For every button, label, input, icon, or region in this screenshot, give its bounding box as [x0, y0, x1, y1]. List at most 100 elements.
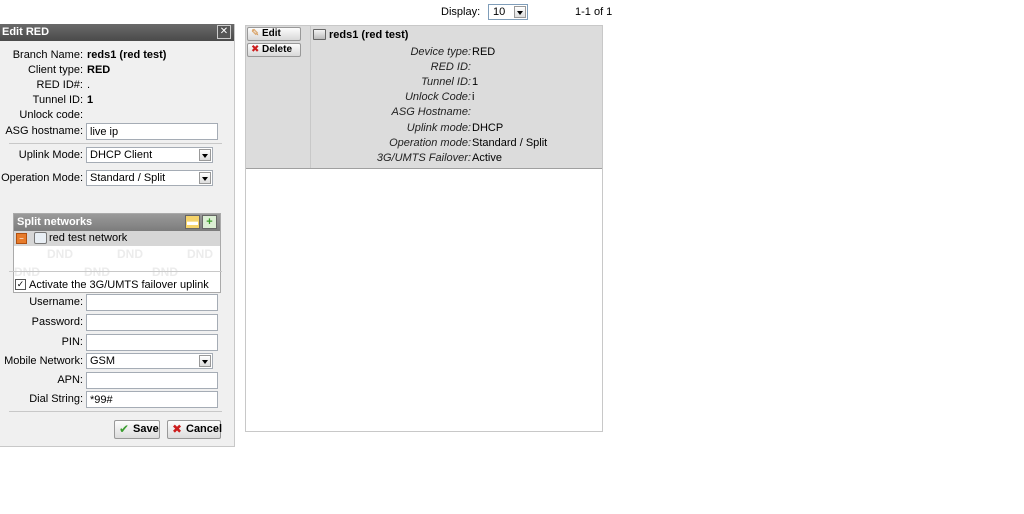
divider — [9, 271, 222, 272]
table-row: ✎ Edit ✖ Delete reds1 (red test) Device … — [246, 26, 602, 169]
chevron-down-icon[interactable] — [199, 149, 211, 161]
close-icon: ✖ — [172, 422, 183, 436]
detail-label: ASG Hostname: — [391, 106, 471, 118]
dnd-watermark: DND — [187, 247, 213, 261]
pencil-icon: ✎ — [251, 28, 260, 39]
apn-row: APN: — [0, 372, 235, 389]
client-type-label: Client type: — [27, 64, 83, 76]
asg-hostname-input[interactable] — [86, 123, 218, 140]
network-icon — [34, 232, 47, 244]
split-network-label: red test network — [49, 232, 128, 244]
close-icon[interactable]: ✕ — [217, 25, 231, 39]
dial-string-row: Dial String: — [0, 391, 235, 408]
operation-mode-row: Operation Mode: Standard / Split — [0, 170, 235, 186]
panel-title: Edit RED ✕ — [0, 24, 234, 41]
add-icon[interactable]: + — [202, 215, 217, 229]
username-row: Username: — [0, 294, 235, 311]
tunnel-id-label: Tunnel ID: — [32, 94, 83, 106]
uplink-mode-select[interactable]: DHCP Client — [86, 147, 213, 163]
mobile-network-row: Mobile Network: GSM — [0, 353, 235, 369]
dnd-watermark: DND — [84, 265, 110, 279]
dnd-watermark: DND — [14, 265, 40, 279]
detail-row: Unlock Code: i — [311, 91, 603, 105]
cancel-button[interactable]: ✖ Cancel — [167, 420, 223, 439]
mobile-network-label: Mobile Network: — [4, 355, 83, 367]
chevron-down-icon[interactable] — [199, 355, 211, 367]
tunnel-id-value: 1 — [87, 94, 94, 106]
detail-label: Operation mode: — [389, 137, 471, 149]
password-row: Password: — [0, 314, 235, 331]
asg-hostname-label: ASG hostname: — [5, 125, 83, 137]
device-icon — [313, 29, 326, 40]
dnd-watermark: DND — [152, 265, 178, 279]
device-details: reds1 (red test) Device type: RED RED ID… — [310, 26, 602, 168]
dnd-watermark: DND — [117, 247, 143, 261]
mobile-network-select[interactable]: GSM — [86, 353, 213, 369]
client-type-row: Client type: RED — [0, 62, 235, 78]
edit-button[interactable]: ✎ Edit — [247, 27, 301, 41]
folder-icon[interactable]: ▬ — [185, 215, 200, 229]
detail-value: i — [472, 91, 475, 103]
pager-bar: Display: 10 1-1 of 1 — [0, 4, 620, 22]
cancel-button-label: Cancel — [186, 423, 223, 435]
pin-input[interactable] — [86, 334, 218, 351]
dial-string-input[interactable] — [86, 391, 218, 408]
detail-label: Tunnel ID: — [421, 76, 471, 88]
edit-red-panel: Edit RED ✕ Branch Name: reds1 (red test)… — [0, 24, 235, 447]
red-id-row: RED ID#: . — [0, 77, 235, 93]
mobile-network-value: GSM — [90, 355, 116, 367]
row-actions: ✎ Edit ✖ Delete — [246, 26, 308, 168]
panel-title-text: Edit RED — [2, 26, 50, 38]
display-count-value: 10 — [493, 6, 506, 18]
unlock-code-row: Unlock code: — [0, 107, 235, 123]
apn-label: APN: — [57, 374, 83, 386]
operation-mode-select[interactable]: Standard / Split — [86, 170, 213, 186]
tunnel-id-row: Tunnel ID: 1 — [0, 92, 235, 108]
split-networks-title: Split networks — [17, 216, 93, 228]
red-id-value: . — [87, 79, 91, 91]
asg-hostname-row: ASG hostname: — [0, 123, 235, 140]
pager-count: 1-1 of 1 — [575, 6, 613, 18]
detail-row: Device type: RED — [311, 46, 603, 60]
split-networks-header: Split networks ▬ + — [14, 214, 220, 231]
client-type-value: RED — [87, 64, 111, 76]
save-button-label: Save — [133, 423, 159, 435]
failover-checkbox[interactable]: ✓ — [15, 279, 26, 290]
list-item[interactable]: − red test network — [14, 231, 220, 246]
uplink-mode-row: Uplink Mode: DHCP Client — [0, 147, 235, 163]
username-label: Username: — [29, 296, 83, 308]
detail-label: Device type: — [410, 46, 471, 58]
detail-row: Operation mode: Standard / Split — [311, 137, 603, 151]
failover-checkbox-label: Activate the 3G/UMTS failover uplink — [29, 279, 209, 291]
uplink-mode-value: DHCP Client — [90, 149, 153, 161]
branch-name-value: reds1 (red test) — [87, 49, 167, 61]
detail-row: RED ID: — [311, 61, 603, 75]
remove-icon[interactable]: − — [16, 233, 27, 244]
device-title: reds1 (red test) — [329, 29, 409, 41]
password-label: Password: — [31, 316, 83, 328]
edit-button-label: Edit — [262, 28, 281, 39]
red-id-label: RED ID#: — [36, 79, 83, 91]
detail-value: DHCP — [472, 122, 504, 134]
display-label: Display: — [441, 6, 481, 18]
branch-name-row: Branch Name: reds1 (red test) — [0, 47, 235, 63]
save-button[interactable]: ✔ Save — [114, 420, 160, 439]
password-input[interactable] — [86, 314, 218, 331]
close-icon: ✖ — [251, 44, 260, 55]
display-count-select[interactable]: 10 — [488, 4, 528, 20]
username-input[interactable] — [86, 294, 218, 311]
delete-button-label: Delete — [262, 44, 293, 55]
divider — [9, 411, 222, 412]
uplink-mode-label: Uplink Mode: — [18, 149, 83, 161]
detail-label: RED ID: — [430, 61, 471, 73]
failover-row: ✓ Activate the 3G/UMTS failover uplink — [0, 279, 235, 295]
dial-string-label: Dial String: — [29, 393, 83, 405]
chevron-down-icon[interactable] — [514, 6, 526, 18]
detail-row: Tunnel ID: 1 — [311, 76, 603, 90]
detail-value: Active — [472, 152, 502, 164]
detail-value: RED — [472, 46, 496, 58]
dnd-watermark: DND — [47, 247, 73, 261]
delete-button[interactable]: ✖ Delete — [247, 43, 301, 57]
chevron-down-icon[interactable] — [199, 172, 211, 184]
apn-input[interactable] — [86, 372, 218, 389]
